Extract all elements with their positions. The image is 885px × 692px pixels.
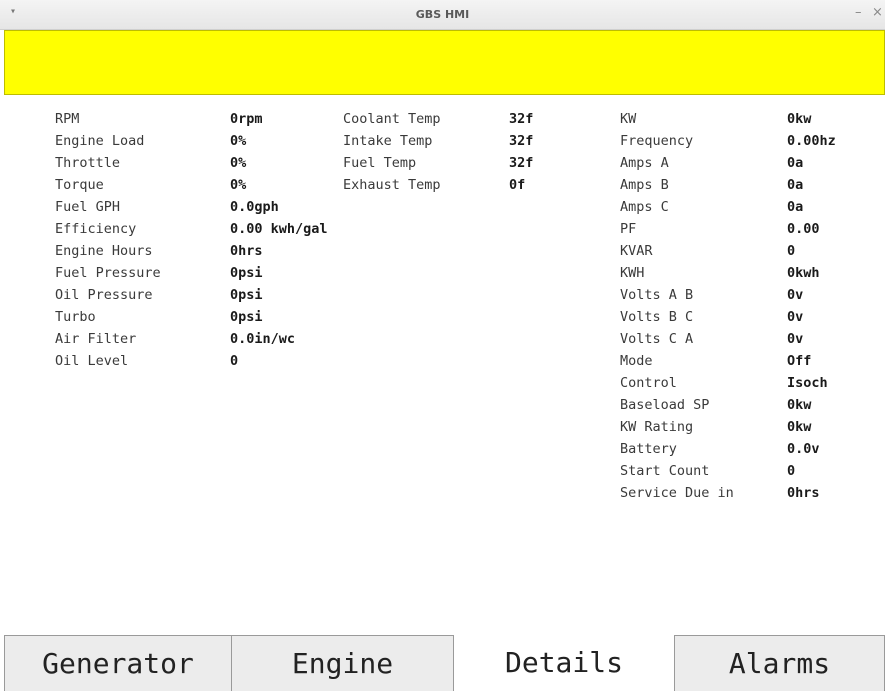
detail-value: 0% [230, 155, 247, 171]
details-panel: RPM Engine Load Throttle Torque Fuel GPH Effi… [0, 95, 885, 635]
tab-bar: Generator Engine Details Alarms [0, 635, 885, 691]
detail-label: Battery [620, 441, 677, 457]
engine-values-column: 0rpm 0% 0% 0% 0.0gph 0.00 kwh/gal 0hrs 0psi 0psi… [230, 108, 328, 372]
tab-generator[interactable]: Generator [4, 635, 232, 691]
detail-value: 0 [230, 353, 239, 369]
detail-label: Amps C [620, 199, 669, 215]
window-title: GBS HMI [415, 8, 470, 21]
detail-label: Intake Temp [343, 133, 433, 149]
detail-value: 0 [787, 243, 796, 259]
detail-value: 0hrs [787, 485, 820, 501]
detail-label: Frequency [620, 133, 694, 149]
detail-value: 0.00 kwh/gal [230, 221, 328, 237]
detail-value: 0a [787, 199, 804, 215]
detail-value: 0.0gph [230, 199, 279, 215]
detail-label: Mode [620, 353, 653, 369]
detail-label: RPM [55, 111, 80, 127]
detail-label: Oil Pressure [55, 287, 153, 303]
detail-value: 0.0in/wc [230, 331, 296, 347]
detail-label: Efficiency [55, 221, 137, 237]
detail-value: 0a [787, 177, 804, 193]
detail-value: 0.00 [787, 221, 820, 237]
generator-values-column: 0kw 0.00hz 0a 0a 0a 0.00 0 0kwh 0v 0v 0v Off Isoch 0k… [787, 108, 836, 504]
detail-value: 0% [230, 133, 247, 149]
detail-label: KW Rating [620, 419, 694, 435]
detail-value: 0psi [230, 265, 263, 281]
detail-value: 0kwh [787, 265, 820, 281]
detail-label: Baseload SP [620, 397, 710, 413]
detail-label: Air Filter [55, 331, 137, 347]
detail-label: Engine Load [55, 133, 145, 149]
detail-value: 0 [787, 463, 796, 479]
engine-labels-column: RPM Engine Load Throttle Torque Fuel GPH Effi… [55, 108, 161, 372]
detail-label: Exhaust Temp [343, 177, 441, 193]
detail-label: Fuel Pressure [55, 265, 161, 281]
detail-label: Fuel Temp [343, 155, 417, 171]
title-bar: ▾ GBS HMI – × [0, 0, 885, 30]
detail-label: Volts C A [620, 331, 694, 347]
detail-value: 0psi [230, 287, 263, 303]
detail-label: Oil Level [55, 353, 129, 369]
detail-value: 0v [787, 309, 804, 325]
tab-engine[interactable]: Engine [231, 635, 454, 691]
detail-label: Control [620, 375, 677, 391]
detail-label: Amps B [620, 177, 669, 193]
detail-value: 0a [787, 155, 804, 171]
detail-label: Throttle [55, 155, 121, 171]
generator-labels-column: KW Frequency Amps A Amps B Amps C PF KVAR KWH Vo… [620, 108, 734, 504]
detail-value: Off [787, 353, 812, 369]
detail-label: Start Count [620, 463, 710, 479]
detail-value: 0hrs [230, 243, 263, 259]
detail-label: KW [620, 111, 637, 127]
detail-value: 0v [787, 331, 804, 347]
detail-label: Amps A [620, 155, 669, 171]
detail-value: 32f [509, 111, 534, 127]
detail-value: 0.0v [787, 441, 820, 457]
detail-value: 0kw [787, 111, 812, 127]
detail-value: 0% [230, 177, 247, 193]
detail-value: Isoch [787, 375, 828, 391]
detail-label: Coolant Temp [343, 111, 441, 127]
close-icon[interactable]: × [872, 5, 883, 20]
detail-label: KWH [620, 265, 645, 281]
minimize-icon[interactable]: – [855, 5, 862, 20]
detail-label: Volts A B [620, 287, 694, 303]
detail-value: 0kw [787, 419, 812, 435]
detail-value: 0rpm [230, 111, 263, 127]
detail-label: Service Due in [620, 485, 734, 501]
temperature-labels-column: Coolant Temp Intake Temp Fuel Temp Exhaust … [343, 108, 441, 196]
detail-label: Engine Hours [55, 243, 153, 259]
detail-value: 32f [509, 155, 534, 171]
detail-value: 0.00hz [787, 133, 836, 149]
detail-label: KVAR [620, 243, 653, 259]
detail-label: Fuel GPH [55, 199, 121, 215]
detail-label: PF [620, 221, 637, 237]
tab-details[interactable]: Details [453, 635, 675, 691]
detail-value: 0v [787, 287, 804, 303]
temperature-values-column: 32f 32f 32f 0f [509, 108, 533, 196]
detail-value: 0f [509, 177, 526, 193]
detail-label: Turbo [55, 309, 96, 325]
detail-value: 0psi [230, 309, 263, 325]
detail-label: Volts B C [620, 309, 694, 325]
detail-label: Torque [55, 177, 104, 193]
alarm-banner [4, 30, 885, 95]
tab-alarms[interactable]: Alarms [674, 635, 885, 691]
detail-value: 32f [509, 133, 534, 149]
detail-value: 0kw [787, 397, 812, 413]
